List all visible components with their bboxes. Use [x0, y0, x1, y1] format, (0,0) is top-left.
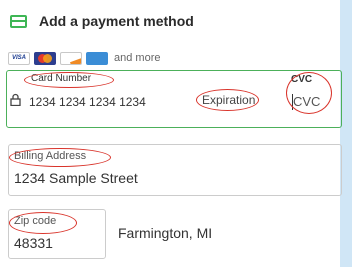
- page-title: Add a payment method: [39, 13, 194, 29]
- and-more-text: and more: [114, 52, 161, 64]
- city-state-text: Farmington, MI: [118, 225, 213, 241]
- zip-code-value[interactable]: 48331: [14, 235, 53, 251]
- amex-logo-icon: [86, 51, 108, 65]
- visa-logo-icon: VISA: [8, 51, 30, 65]
- cvc-input[interactable]: CVC: [293, 94, 320, 109]
- card-brands: VISA and more: [8, 50, 160, 66]
- cvc-label: CVC: [291, 74, 313, 85]
- card-number-input[interactable]: 1234 1234 1234 1234: [29, 95, 146, 109]
- discover-logo-icon: [60, 51, 82, 65]
- mastercard-logo-icon: [34, 51, 56, 65]
- expiration-input[interactable]: Expiration: [202, 93, 255, 107]
- zip-code-label: Zip code: [14, 215, 57, 227]
- header: Add a payment method: [10, 10, 194, 32]
- billing-address-value[interactable]: 1234 Sample Street: [14, 170, 138, 186]
- card-number-label: Card Number: [31, 73, 92, 84]
- lock-icon: [10, 93, 21, 106]
- credit-card-icon: [10, 14, 27, 28]
- background-edge: [340, 0, 352, 267]
- billing-address-label: Billing Address: [14, 150, 87, 162]
